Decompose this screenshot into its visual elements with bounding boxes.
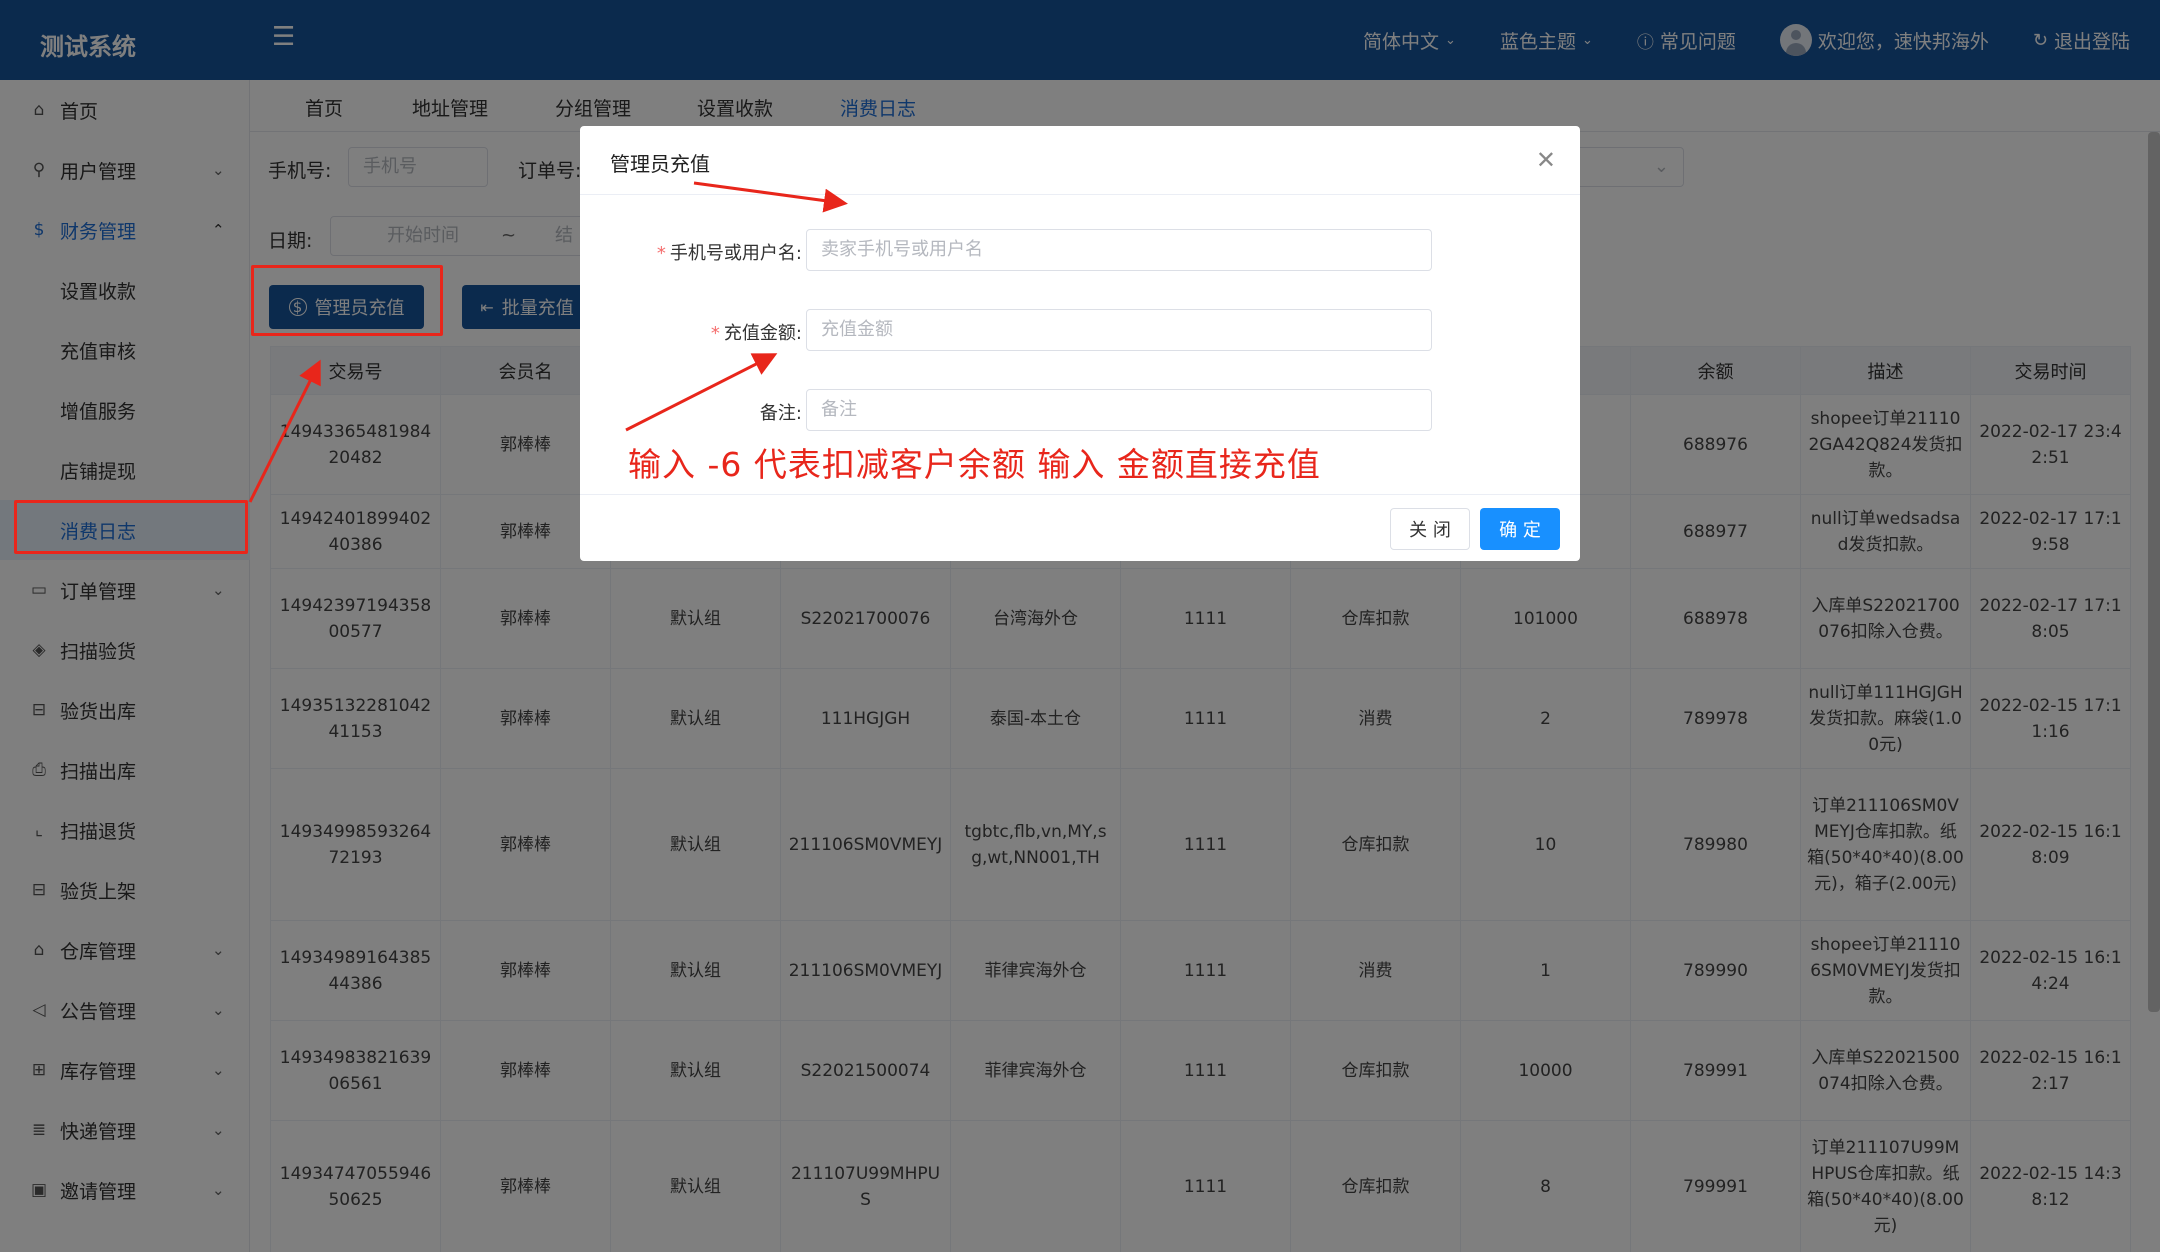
dialog-close-button[interactable]: 关 闭: [1390, 508, 1470, 550]
divider: [580, 194, 1580, 195]
remark-field-label: 备注:: [759, 403, 802, 424]
dialog-confirm-button[interactable]: 确 定: [1480, 508, 1560, 550]
required-icon: *: [710, 323, 720, 344]
dialog-title: 管理员充值: [610, 152, 710, 176]
account-field-label: * 手机号或用户名:: [657, 239, 802, 265]
account-input[interactable]: 卖家手机号或用户名: [806, 229, 1432, 271]
remark-input[interactable]: 备注: [806, 389, 1432, 431]
annotation-highlight-menu: [14, 500, 248, 554]
required-icon: *: [656, 243, 666, 264]
amount-field-label: * 充值金额:: [711, 319, 802, 345]
amount-input[interactable]: 充值金额: [806, 309, 1432, 351]
admin-recharge-dialog: 管理员充值 ✕ * 手机号或用户名: 卖家手机号或用户名 * 充值金额: 充值金额 …: [580, 126, 1580, 561]
account-label-text: 手机号或用户名:: [669, 243, 802, 264]
divider: [580, 494, 1580, 495]
annotation-highlight-button: [251, 265, 443, 336]
amount-label-text: 充值金额:: [723, 323, 802, 344]
close-icon[interactable]: ✕: [1536, 146, 1556, 174]
annotation-note: 输入 -6 代表扣减客户余额 输入 金额直接充值: [628, 445, 1321, 484]
